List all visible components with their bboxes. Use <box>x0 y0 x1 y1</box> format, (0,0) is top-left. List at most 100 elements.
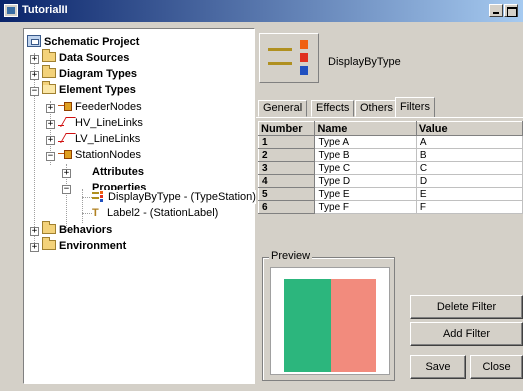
tree-item-data-sources[interactable]: Data Sources <box>42 49 130 65</box>
table-row[interactable]: 3 Type CC <box>257 161 523 175</box>
folder-icon <box>42 49 56 62</box>
collapse-icon[interactable]: − <box>62 185 71 194</box>
expand-icon[interactable]: + <box>46 104 55 113</box>
node-icon <box>58 149 72 159</box>
delete-filter-button[interactable]: Delete Filter <box>410 295 523 319</box>
preview-swatch-green <box>284 279 331 372</box>
folder-icon <box>42 65 56 78</box>
table-row[interactable]: 6 Type FF <box>257 200 523 214</box>
link-icon <box>58 133 72 143</box>
expand-icon[interactable]: + <box>30 71 39 80</box>
tree-item-label: FeederNodes <box>75 101 142 113</box>
title-bar: TutorialII <box>0 0 523 22</box>
tree-item-environment[interactable]: Environment <box>42 237 127 253</box>
minimize-button[interactable] <box>489 4 503 17</box>
row-number[interactable]: 2 <box>257 148 316 162</box>
project-icon <box>27 35 41 47</box>
row-number[interactable]: 4 <box>257 174 316 188</box>
tree-item-element-types[interactable]: Element Types <box>42 81 136 97</box>
tree-item-label: Environment <box>59 240 127 252</box>
style-color-2 <box>300 53 308 62</box>
tree-item-label: Attributes <box>92 166 144 178</box>
row-value[interactable]: D <box>415 174 523 188</box>
style-icon <box>92 191 104 202</box>
column-header-number[interactable]: Number <box>257 121 316 136</box>
table-row[interactable]: 5 Type EE <box>257 187 523 201</box>
tree-item-attributes[interactable]: Attributes <box>92 165 144 179</box>
tree-item-label: LV_LineLinks <box>75 133 141 145</box>
tree-item-label: Label2 - (StationLabel) <box>107 207 219 219</box>
window-title: TutorialII <box>22 4 68 16</box>
tree-item-hv-linelinks[interactable]: HV_LineLinks <box>58 116 143 130</box>
tree-item-behaviors[interactable]: Behaviors <box>42 221 113 237</box>
expand-icon[interactable]: + <box>30 55 39 64</box>
app-icon <box>4 4 18 17</box>
expand-icon[interactable]: + <box>62 169 71 178</box>
row-value[interactable]: F <box>415 200 523 214</box>
row-value[interactable]: A <box>415 135 523 149</box>
project-tree[interactable]: Schematic Project + Data Sources + Diagr… <box>23 28 256 384</box>
row-value[interactable]: B <box>415 148 523 162</box>
expand-icon[interactable]: + <box>46 120 55 129</box>
collapse-icon[interactable]: − <box>46 152 55 161</box>
row-name[interactable]: Type A <box>314 135 417 149</box>
column-header-value[interactable]: Value <box>415 121 523 136</box>
tree-item-label: DisplayByType - (TypeStation) <box>108 191 256 203</box>
tab-others[interactable]: Others <box>355 100 399 117</box>
table-row[interactable]: 1 Type AA <box>257 135 523 149</box>
tree-item-display-by-type[interactable]: DisplayByType - (TypeStation) <box>92 190 256 204</box>
column-header-name[interactable]: Name <box>314 121 417 136</box>
row-name[interactable]: Type B <box>314 148 417 162</box>
preview-swatch-salmon <box>331 279 376 372</box>
row-name[interactable]: Type F <box>314 200 417 214</box>
style-name: DisplayByType <box>328 56 401 68</box>
tree-item-label: Diagram Types <box>59 68 138 80</box>
tree-item-label: Data Sources <box>59 52 130 64</box>
expand-icon[interactable]: + <box>46 136 55 145</box>
row-number[interactable]: 3 <box>257 161 316 175</box>
style-color-3 <box>300 66 308 75</box>
row-value[interactable]: E <box>415 187 523 201</box>
table-row[interactable]: 2 Type BB <box>257 148 523 162</box>
tab-filters[interactable]: Filters <box>395 97 435 117</box>
style-preview-icon <box>259 33 319 83</box>
tree-item-label: Behaviors <box>59 224 113 236</box>
table-row[interactable]: 4 Type DD <box>257 174 523 188</box>
close-button[interactable]: Close <box>470 355 523 379</box>
expand-icon[interactable]: + <box>30 243 39 252</box>
link-icon <box>58 117 72 127</box>
row-number[interactable]: 5 <box>257 187 316 201</box>
save-button[interactable]: Save <box>410 355 466 379</box>
tree-item-label: StationNodes <box>75 149 142 161</box>
preview-label: Preview <box>269 250 313 262</box>
expand-icon[interactable]: + <box>30 227 39 236</box>
tree-root[interactable]: Schematic Project <box>27 35 139 49</box>
tree-item-label: HV_LineLinks <box>75 117 143 129</box>
tree-item-label: Element Types <box>59 84 136 96</box>
tab-general[interactable]: General <box>258 100 308 117</box>
tree-item-label2[interactable]: T Label2 - (StationLabel) <box>92 206 218 220</box>
row-name[interactable]: Type E <box>314 187 417 201</box>
tree-item-feeder-nodes[interactable]: FeederNodes <box>58 100 142 114</box>
row-number[interactable]: 6 <box>257 200 316 214</box>
node-icon <box>58 101 72 111</box>
folder-icon <box>42 221 56 234</box>
style-color-1 <box>300 40 308 49</box>
tree-item-station-nodes[interactable]: StationNodes <box>58 148 141 162</box>
preview-canvas <box>270 267 390 375</box>
add-filter-button[interactable]: Add Filter <box>410 322 523 346</box>
open-folder-icon <box>42 81 56 94</box>
tree-root-label: Schematic Project <box>44 36 140 48</box>
filters-table[interactable]: Number Name Value 1 Type AA 2 Type BB 3 Typ… <box>257 121 523 214</box>
tab-effects[interactable]: Effects <box>311 100 355 117</box>
row-name[interactable]: Type C <box>314 161 417 175</box>
row-value[interactable]: C <box>415 161 523 175</box>
tree-item-lv-linelinks[interactable]: LV_LineLinks <box>58 132 140 146</box>
row-number[interactable]: 1 <box>257 135 316 149</box>
folder-icon <box>42 237 56 250</box>
maximize-button[interactable] <box>504 4 518 17</box>
row-name[interactable]: Type D <box>314 174 417 188</box>
collapse-icon[interactable]: − <box>30 87 39 96</box>
tree-item-diagram-types[interactable]: Diagram Types <box>42 65 138 81</box>
text-label-icon: T <box>92 207 99 219</box>
